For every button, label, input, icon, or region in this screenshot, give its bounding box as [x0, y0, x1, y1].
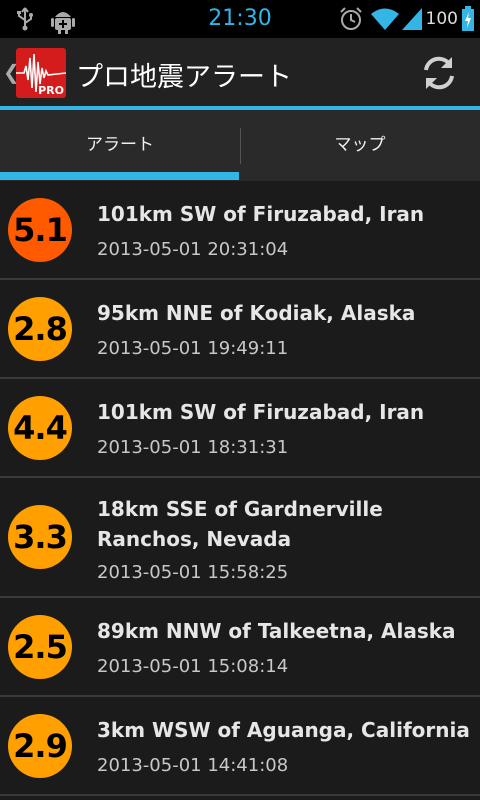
alarm-icon — [338, 6, 364, 36]
signal-icon — [400, 6, 424, 36]
quake-location: 95km NNE of Kodiak, Alaska — [97, 301, 416, 325]
tab-map[interactable]: マップ — [240, 110, 480, 182]
wifi-icon — [370, 6, 400, 36]
quake-datetime: 2013-05-01 20:31:04 — [97, 239, 289, 260]
battery-charging-icon — [461, 6, 475, 36]
magnitude-badge: 4.4 — [8, 396, 72, 460]
list-item[interactable]: 4.4 101km SW of Firuzabad, Iran 2013-05-… — [0, 379, 480, 478]
pro-badge: PRO — [38, 84, 64, 97]
app-icon[interactable]: PRO — [16, 48, 66, 98]
battery-level: 100 — [425, 9, 458, 29]
list-item[interactable]: 2.9 3km WSW of Aguanga, California 2013-… — [0, 697, 480, 796]
status-bar: 21:30 100 — [0, 0, 480, 38]
quake-location: 89km NNW of Talkeetna, Alaska — [97, 619, 456, 643]
magnitude-badge: 2.9 — [8, 714, 72, 778]
list-item[interactable]: 2.8 95km NNE of Kodiak, Alaska 2013-05-0… — [0, 280, 480, 379]
quake-datetime: 2013-05-01 15:08:14 — [97, 656, 289, 677]
list-item[interactable]: 2.5 89km NNW of Talkeetna, Alaska 2013-0… — [0, 598, 480, 697]
quake-datetime: 2013-05-01 15:58:25 — [97, 562, 289, 583]
earthquake-list: 5.1 101km SW of Firuzabad, Iran 2013-05-… — [0, 181, 480, 796]
list-item[interactable]: 5.1 101km SW of Firuzabad, Iran 2013-05-… — [0, 181, 480, 280]
quake-location: 101km SW of Firuzabad, Iran — [97, 400, 425, 424]
quake-datetime: 2013-05-01 18:31:31 — [97, 437, 289, 458]
quake-location: 3km WSW of Aguanga, California — [97, 718, 470, 742]
quake-datetime: 2013-05-01 19:49:11 — [97, 338, 289, 359]
list-item[interactable]: 3.3 18km SSE of Gardnerville Ranchos, Ne… — [0, 478, 480, 598]
refresh-icon[interactable] — [420, 54, 458, 92]
quake-location: 18km SSE of Gardnerville Ranchos, Nevada — [97, 497, 383, 551]
tab-selected-indicator — [0, 172, 239, 180]
app-title: プロ地震アラート — [76, 62, 292, 93]
magnitude-badge: 2.5 — [8, 615, 72, 679]
quake-datetime: 2013-05-01 14:41:08 — [97, 755, 289, 776]
magnitude-badge: 3.3 — [8, 505, 72, 569]
action-bar: ❮ PRO プロ地震アラート — [0, 38, 480, 108]
magnitude-badge: 5.1 — [8, 198, 72, 262]
quake-location: 101km SW of Firuzabad, Iran — [97, 202, 425, 226]
magnitude-badge: 2.8 — [8, 297, 72, 361]
